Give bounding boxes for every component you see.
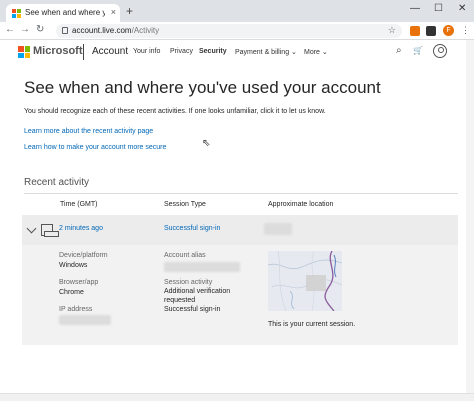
browser-menu-icon[interactable]: ⋮	[461, 25, 470, 36]
microsoft-favicon-icon	[12, 9, 21, 18]
activity-session-type[interactable]: Successful sign-in	[164, 225, 220, 232]
learn-activity-link[interactable]: Learn more about the recent activity pag…	[24, 128, 153, 135]
search-icon[interactable]: ⌕	[396, 45, 402, 56]
recent-activity-heading: Recent activity	[24, 177, 90, 188]
activity-row[interactable]: 2 minutes ago Successful sign-in	[22, 215, 458, 245]
minimize-icon[interactable]: —	[410, 3, 420, 14]
account-avatar-icon[interactable]	[433, 44, 447, 58]
redacted-alias	[164, 262, 240, 272]
back-icon[interactable]: ←	[5, 24, 15, 35]
header-divider	[83, 44, 84, 60]
browser-tab[interactable]: See when and where you've used ×	[6, 4, 120, 22]
laptop-icon	[41, 224, 59, 237]
redacted-location	[264, 223, 292, 235]
browser-label: Browser/app	[59, 279, 99, 286]
column-header-session-type: Session Type	[164, 201, 206, 208]
reload-icon[interactable]: ↻	[36, 24, 44, 35]
tab-title: See when and where you've used	[25, 8, 105, 17]
window-close-icon[interactable]: ✕	[458, 3, 466, 14]
session-activity-label: Session activity	[164, 279, 213, 286]
lock-icon	[62, 27, 68, 34]
current-session-note: This is your current session.	[268, 321, 356, 328]
extension-icon[interactable]	[426, 26, 436, 36]
address-bar[interactable]: account.live.com/Activity ☆	[56, 24, 402, 38]
site-header: Microsoft Account Your info Privacy Secu…	[0, 40, 474, 66]
location-map	[268, 251, 342, 311]
column-header-time: Time (GMT)	[60, 201, 98, 208]
url-text: account.live.com/Activity	[72, 26, 160, 35]
column-header-location: Approximate location	[268, 201, 334, 208]
profile-avatar[interactable]: F	[443, 25, 454, 36]
activity-time[interactable]: 2 minutes ago	[59, 225, 103, 232]
new-tab-icon[interactable]: +	[126, 5, 133, 17]
tab-close-icon[interactable]: ×	[111, 7, 116, 17]
nav-your-info[interactable]: Your info	[133, 48, 160, 55]
activity-details: Device/platform Windows Browser/app Chro…	[22, 245, 458, 345]
learn-secure-link[interactable]: Learn how to make your account more secu…	[24, 144, 166, 151]
browser-toolbar: ← → ↻ account.live.com/Activity ☆ F ⋮	[0, 22, 474, 40]
intro-text: You should recognize each of these recen…	[24, 108, 326, 115]
brand-name[interactable]: Microsoft	[33, 45, 83, 57]
ip-label: IP address	[59, 306, 93, 313]
session-activity-value: requested	[164, 297, 196, 304]
page-scrollbar[interactable]	[466, 40, 474, 393]
nav-privacy[interactable]: Privacy	[170, 48, 193, 55]
section-divider	[24, 193, 458, 194]
microsoft-logo-icon[interactable]	[18, 46, 30, 58]
bookmark-star-icon[interactable]: ☆	[388, 25, 396, 36]
browser-value: Chrome	[59, 289, 84, 296]
browser-tab-strip: See when and where you've used × + — ☐ ✕	[0, 0, 474, 22]
alias-label: Account alias	[164, 252, 206, 259]
forward-icon[interactable]: →	[20, 24, 30, 35]
maximize-icon[interactable]: ☐	[434, 3, 443, 14]
page-title: See when and where you've used your acco…	[24, 78, 381, 97]
session-activity-value: Successful sign-in	[164, 306, 221, 313]
nav-more[interactable]: More ⌄	[304, 48, 328, 56]
cart-icon[interactable]: 🛒	[413, 46, 423, 55]
device-label: Device/platform	[59, 252, 108, 259]
account-home-link[interactable]: Account	[92, 46, 128, 57]
chevron-down-icon[interactable]	[26, 223, 37, 234]
session-activity-value: Additional verification	[164, 288, 231, 295]
redacted-ip	[59, 315, 111, 325]
device-value: Windows	[59, 262, 88, 269]
browser-bottom-edge	[0, 393, 474, 401]
extension-icon[interactable]	[410, 26, 420, 36]
nav-payment-billing[interactable]: Payment & billing ⌄	[235, 48, 297, 56]
nav-security[interactable]: Security	[199, 48, 227, 55]
mouse-cursor-icon: ⇖	[202, 138, 211, 149]
